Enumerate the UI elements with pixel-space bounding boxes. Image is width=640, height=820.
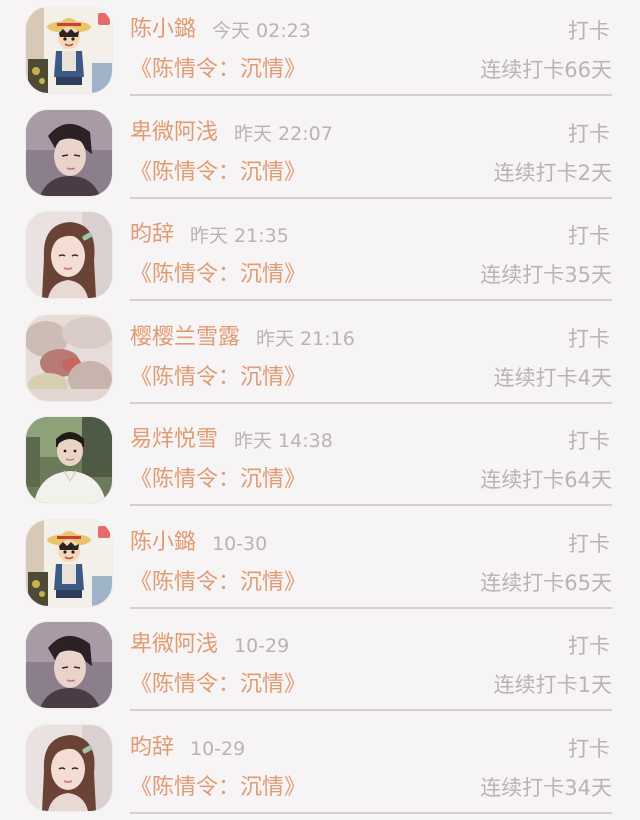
feed-item[interactable]: 昀辞昨天 21:35 打卡《陈情令：沉情》 连续打卡35天 [0,205,640,308]
checkin-label: 打卡 [568,426,610,456]
streak-count: 连续打卡2天 [494,158,612,188]
checkin-label: 打卡 [568,119,610,149]
feed-item[interactable]: 易烊悦雪昨天 14:38 打卡《陈情令：沉情》 连续打卡64天 [0,410,640,513]
streak-count: 连续打卡4天 [494,363,612,393]
user-avatar[interactable] [26,110,112,196]
book-title-link[interactable]: 《陈情令：沉情》 [130,567,306,599]
book-title-link[interactable]: 《陈情令：沉情》 [130,259,306,291]
post-time: 今天 02:23 [212,18,311,44]
streak-count: 连续打卡1天 [494,670,612,700]
checkin-label: 打卡 [568,16,610,46]
checkin-label: 打卡 [568,324,610,354]
user-avatar[interactable] [26,725,112,811]
post-time: 昨天 21:16 [256,326,355,352]
feed-item[interactable]: 陈小鏴 10-30 打卡《陈情令：沉情》 连续打卡65天 [0,513,640,616]
feed-item[interactable]: 昀辞 10-29 打卡《陈情令：沉情》 连续打卡34天 [0,718,640,820]
feed-item-content: 陈小鏴今天 02:23 打卡《陈情令：沉情》 连续打卡66天 [130,0,612,96]
book-title-link[interactable]: 《陈情令：沉情》 [130,464,306,496]
user-avatar[interactable] [26,212,112,298]
book-title-link[interactable]: 《陈情令：沉情》 [130,54,306,86]
book-title-link[interactable]: 《陈情令：沉情》 [130,772,306,804]
user-avatar[interactable] [26,417,112,503]
user-name[interactable]: 卑微阿浅 [130,630,218,660]
feed-item[interactable]: 卑微阿浅昨天 22:07 打卡《陈情令：沉情》 连续打卡2天 [0,103,640,206]
book-title-link[interactable]: 《陈情令：沉情》 [130,669,306,701]
post-time: 昨天 14:38 [234,428,333,454]
book-title-link[interactable]: 《陈情令：沉情》 [130,362,306,394]
checkin-label: 打卡 [568,734,610,764]
streak-count: 连续打卡34天 [480,773,612,803]
streak-count: 连续打卡64天 [480,465,612,495]
user-avatar[interactable] [26,315,112,401]
user-avatar[interactable] [26,7,112,93]
user-name[interactable]: 陈小鏴 [130,528,196,558]
user-name[interactable]: 陈小鏴 [130,15,196,45]
streak-count: 连续打卡65天 [480,568,612,598]
post-time: 10-29 [234,633,289,659]
feed-item[interactable]: 陈小鏴今天 02:23 打卡《陈情令：沉情》 连续打卡66天 [0,0,640,103]
checkin-feed-list: 陈小鏴今天 02:23打卡《陈情令：沉情》连续打卡66天卑微阿浅昨天 22:07… [0,0,640,818]
feed-item-content: 易烊悦雪昨天 14:38 打卡《陈情令：沉情》 连续打卡64天 [130,410,612,506]
checkin-label: 打卡 [568,529,610,559]
feed-item[interactable]: 樱樱兰雪露昨天 21:16 打卡《陈情令：沉情》 连续打卡4天 [0,308,640,411]
post-time: 10-30 [212,531,267,557]
book-title-link[interactable]: 《陈情令：沉情》 [130,157,306,189]
user-name[interactable]: 卑微阿浅 [130,118,218,148]
user-name[interactable]: 易烊悦雪 [130,425,218,455]
feed-item-content: 昀辞 10-29 打卡《陈情令：沉情》 连续打卡34天 [130,718,612,814]
user-name[interactable]: 昀辞 [130,220,174,250]
feed-item-content: 樱樱兰雪露昨天 21:16 打卡《陈情令：沉情》 连续打卡4天 [130,308,612,404]
streak-count: 连续打卡35天 [480,260,612,290]
feed-item-content: 昀辞昨天 21:35 打卡《陈情令：沉情》 连续打卡35天 [130,205,612,301]
feed-item-content: 卑微阿浅 10-29 打卡《陈情令：沉情》 连续打卡1天 [130,615,612,711]
feed-item-content: 卑微阿浅昨天 22:07 打卡《陈情令：沉情》 连续打卡2天 [130,103,612,199]
checkin-label: 打卡 [568,631,610,661]
user-name[interactable]: 昀辞 [130,733,174,763]
post-time: 昨天 22:07 [234,121,333,147]
user-name[interactable]: 樱樱兰雪露 [130,323,240,353]
post-time: 昨天 21:35 [190,223,289,249]
feed-item-content: 陈小鏴 10-30 打卡《陈情令：沉情》 连续打卡65天 [130,513,612,609]
post-time: 10-29 [190,736,245,762]
user-avatar[interactable] [26,520,112,606]
checkin-label: 打卡 [568,221,610,251]
streak-count: 连续打卡66天 [480,55,612,85]
user-avatar[interactable] [26,622,112,708]
feed-item[interactable]: 卑微阿浅 10-29 打卡《陈情令：沉情》 连续打卡1天 [0,615,640,718]
